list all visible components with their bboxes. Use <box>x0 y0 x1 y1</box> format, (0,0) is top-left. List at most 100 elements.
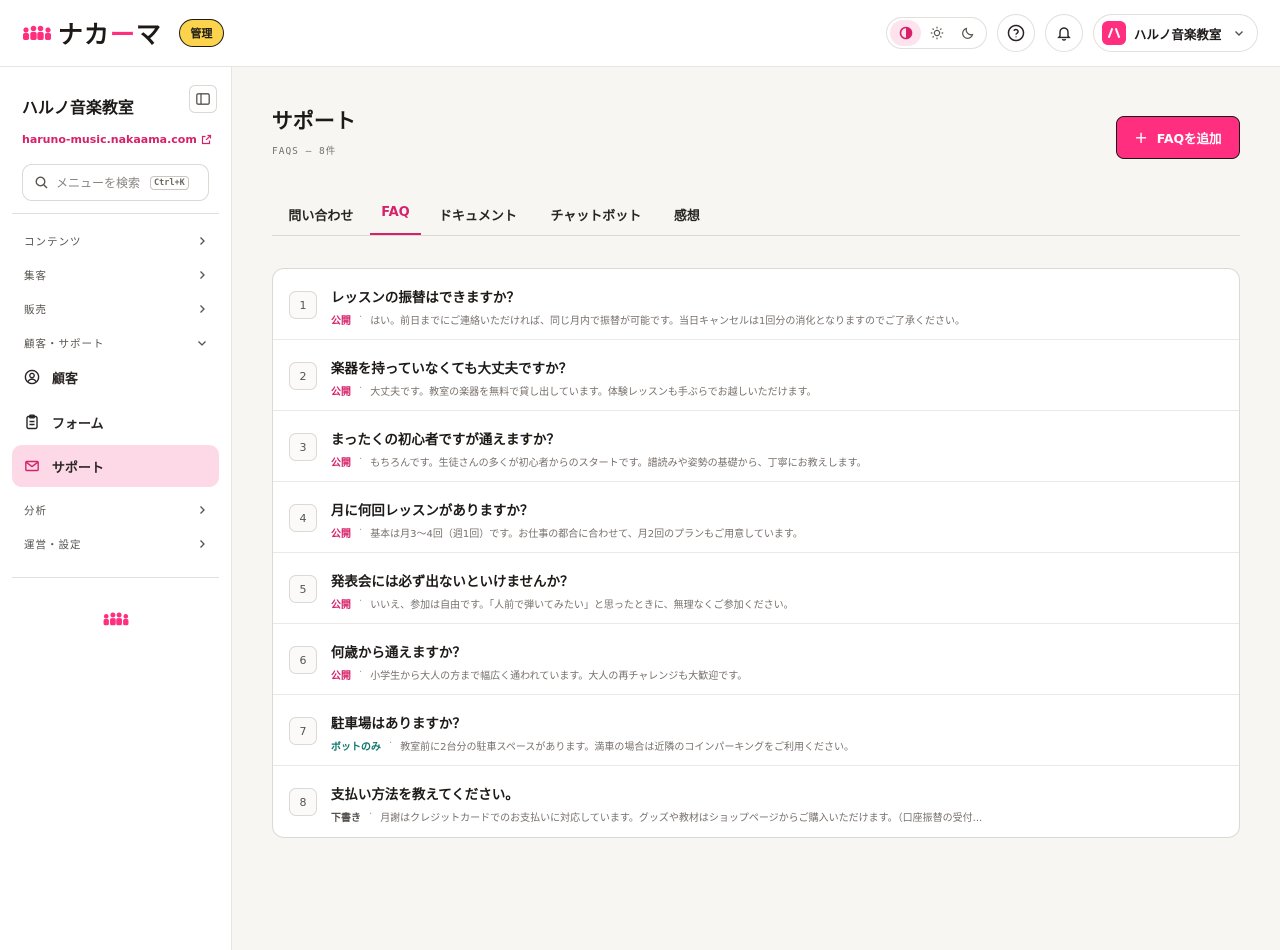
faq-meta: 公開 · 小学生から大人の方まで幅広く通われています。大人の再チャレンジも大歓迎です… <box>331 667 748 682</box>
people-logo-icon <box>23 25 51 40</box>
external-link-icon <box>201 134 211 145</box>
faq-row[interactable]: 1 レッスンの振替はできますか？ 公開 · はい。前日までにご連絡いただければ、同じ… <box>273 269 1239 340</box>
nav-section-marketing[interactable]: 集客 <box>12 262 219 288</box>
nav-section-sales[interactable]: 販売 <box>12 296 219 322</box>
theme-light-button[interactable] <box>921 20 952 46</box>
chevron-right-icon <box>200 271 205 279</box>
faq-meta: 下書き · 月謝はクレジットカードでのお支払いに対応しています。グッズや教材はショッ… <box>331 809 983 824</box>
faq-row[interactable]: 7 駐車場はありますか？ ボットのみ · 教室前に2台分の駐車スペースがあります。満… <box>273 695 1239 766</box>
nav-section-settings[interactable]: 運営・設定 <box>12 531 219 557</box>
sidebar-collapse-button[interactable] <box>189 85 217 113</box>
brand-logo[interactable]: ナカーマ <box>22 18 163 49</box>
support-tabs: 問い合わせ FAQ ドキュメント チャットボット 感想 <box>272 192 1240 236</box>
tab-documents[interactable]: ドキュメント <box>421 192 535 236</box>
faq-status-badge: 公開 <box>331 600 351 611</box>
faq-row[interactable]: 5 発表会には必ず出ないといけませんか？ 公開 · いいえ、参加は自由です。「人前で… <box>273 553 1239 624</box>
account-menu-button[interactable]: ハルノ音楽教室 <box>1093 14 1258 52</box>
sidebar-item-customers[interactable]: 顧客 <box>12 356 219 398</box>
chevron-right-icon <box>200 540 205 548</box>
moon-icon <box>961 27 973 39</box>
faq-status-badge: 公開 <box>331 529 351 540</box>
bell-icon <box>1057 27 1071 41</box>
faq-question: 月に何回レッスンがありますか？ <box>331 503 534 519</box>
menu-search-input[interactable]: メニューを検索 Ctrl+K <box>22 164 209 201</box>
faq-question: 支払い方法を教えてください。 <box>331 787 519 803</box>
faq-row[interactable]: 2 楽器を持っていなくても大丈夫ですか？ 公開 · 大丈夫です。教室の楽器を無料で貸… <box>273 340 1239 411</box>
faq-number: 3 <box>289 433 317 461</box>
nav-section-contents[interactable]: コンテンツ <box>12 228 219 254</box>
nav-section-label: 運営・設定 <box>24 538 82 551</box>
faq-meta: 公開 · いいえ、参加は自由です。「人前で弾いてみたい」と思ったときに、無理なくご参… <box>331 596 794 611</box>
account-initial-icon <box>1108 28 1120 38</box>
brand-name: ナカーマ <box>58 20 163 49</box>
tab-feedback[interactable]: 感想 <box>657 192 717 236</box>
faq-number: 7 <box>289 717 317 745</box>
plus-icon: + <box>1134 128 1148 147</box>
sidebar-item-forms[interactable]: フォーム <box>12 401 219 443</box>
faq-question: 発表会には必ず出ないといけませんか？ <box>331 574 574 590</box>
chevron-right-icon <box>200 237 205 245</box>
faq-row[interactable]: 3 まったくの初心者ですが通えますか？ 公開 · もちろんです。生徒さんの多くが初心… <box>273 411 1239 482</box>
mail-icon <box>25 460 39 472</box>
site-url-link[interactable]: haruno-music.nakaama.com <box>22 133 212 146</box>
chevron-right-icon <box>200 305 205 313</box>
faq-meta: 公開 · 大丈夫です。教室の楽器を無料で貸し出しています。体験レッスンも手ぶらでお越… <box>331 383 817 398</box>
tab-chatbot[interactable]: チャットボット <box>535 192 657 236</box>
faq-status-badge: 公開 <box>331 316 351 327</box>
page-subtitle: FAQS — 8件 <box>272 146 337 157</box>
org-name: ハルノ音楽教室 <box>22 98 135 117</box>
faq-status-badge: 下書き <box>331 813 361 824</box>
theme-dark-button[interactable] <box>952 20 983 46</box>
faq-row[interactable]: 6 何歳から通えますか？ 公開 · 小学生から大人の方まで幅広く通われています。大人… <box>273 624 1239 695</box>
faq-status-badge: 公開 <box>331 387 351 398</box>
faq-meta: 公開 · もちろんです。生徒さんの多くが初心者からのスタートです。譜読みや姿勢の基礎… <box>331 454 867 469</box>
faq-status-badge: 公開 <box>331 458 351 469</box>
add-faq-label: FAQを追加 <box>1156 131 1222 146</box>
page-title: サポート <box>272 109 356 133</box>
search-placeholder: メニューを検索 <box>56 176 141 190</box>
admin-badge: 管理 <box>179 19 224 47</box>
faq-number: 1 <box>289 291 317 319</box>
site-url-text: haruno-music.nakaama.com <box>22 133 197 146</box>
help-button[interactable] <box>997 14 1035 52</box>
faq-question: レッスンの振替はできますか？ <box>331 290 520 306</box>
help-circle-icon <box>1007 24 1025 42</box>
sidebar-item-support[interactable]: サポート <box>12 445 219 487</box>
faq-answer: 月謝はクレジットカードでのお支払いに対応しています。グッズや教材はショップページ… <box>380 813 983 824</box>
tab-faq[interactable]: FAQ <box>370 192 421 235</box>
clipboard-icon <box>26 414 38 430</box>
faq-answer: 大丈夫です。教室の楽器を無料で貸し出しています。体験レッスンも手ぶらでお越しいた… <box>370 387 817 398</box>
sidebar-item-label: サポート <box>52 460 105 476</box>
nav-section-analytics[interactable]: 分析 <box>12 497 219 523</box>
sidebar: ハルノ音楽教室 haruno-music.nakaama.com メニューを検索… <box>0 67 232 950</box>
faq-question: まったくの初心者ですが通えますか？ <box>331 432 560 448</box>
nav-section-customer-support[interactable]: 顧客・サポート <box>12 330 219 356</box>
nav-section-label: 集客 <box>24 269 47 282</box>
faq-list: 1 レッスンの振替はできますか？ 公開 · はい。前日までにご連絡いただければ、同じ… <box>272 268 1240 838</box>
faq-question: 何歳から通えますか？ <box>331 645 466 661</box>
add-faq-button[interactable]: + FAQを追加 <box>1116 116 1240 159</box>
notifications-button[interactable] <box>1045 14 1083 52</box>
nav-section-label: 販売 <box>24 303 47 316</box>
faq-answer: 基本は月3〜4回（週1回）です。お仕事の都合に合わせて、月2回のプランもご用意し… <box>370 529 803 540</box>
contrast-icon <box>899 26 912 40</box>
sidebar-divider <box>12 213 219 214</box>
sidebar-item-label: フォーム <box>52 416 104 432</box>
user-circle-icon <box>24 369 40 385</box>
sidebar-item-label: 顧客 <box>52 371 79 387</box>
sidebar-divider <box>12 577 219 578</box>
sun-icon <box>930 26 943 40</box>
people-logo-icon <box>103 612 129 626</box>
top-header: ナカーマ 管理 ハルノ音楽教室 <box>0 0 1280 67</box>
search-icon <box>35 176 48 189</box>
faq-question: 駐車場はありますか？ <box>331 716 466 732</box>
faq-row[interactable]: 4 月に何回レッスンがありますか？ 公開 · 基本は月3〜4回（週1回）です。お仕事… <box>273 482 1239 553</box>
faq-meta: 公開 · 基本は月3〜4回（週1回）です。お仕事の都合に合わせて、月2回のプランもご… <box>331 525 803 540</box>
tab-inquiries[interactable]: 問い合わせ <box>272 192 370 236</box>
theme-auto-button[interactable] <box>890 20 921 46</box>
faq-row[interactable]: 8 支払い方法を教えてください。 下書き · 月謝はクレジットカードでのお支払いに対… <box>273 766 1239 837</box>
account-name: ハルノ音楽教室 <box>1134 26 1222 42</box>
faq-number: 5 <box>289 575 317 603</box>
chevron-down-icon <box>198 341 206 346</box>
faq-number: 4 <box>289 504 317 532</box>
